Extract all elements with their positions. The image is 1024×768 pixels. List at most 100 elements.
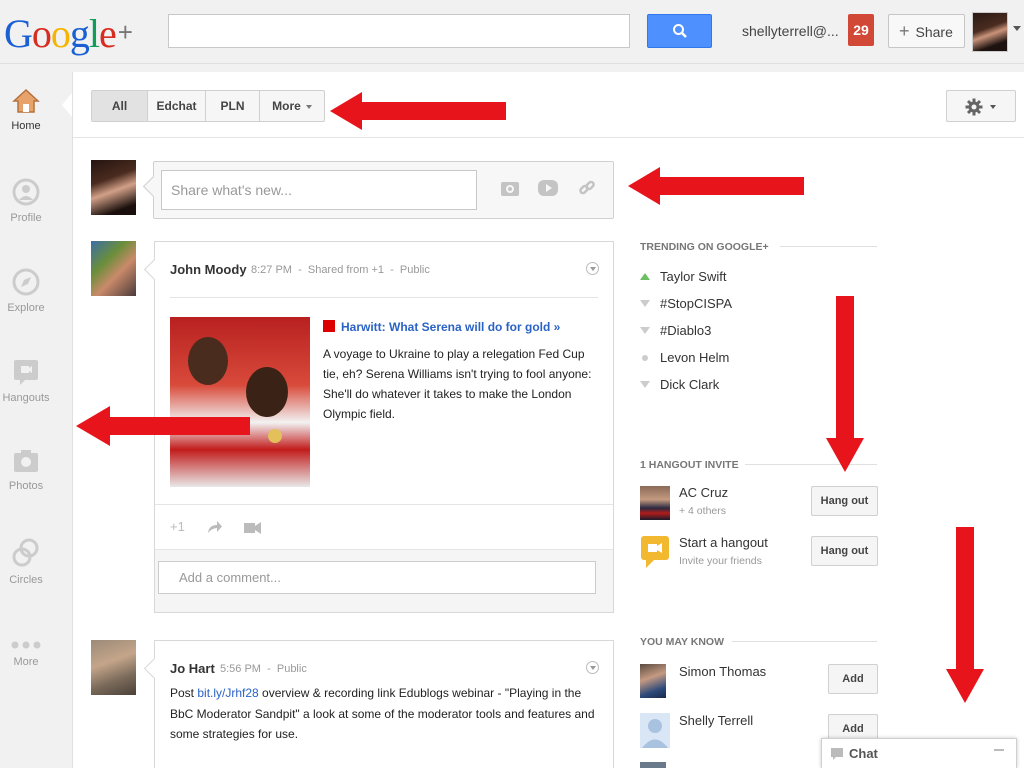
google-plus-logo[interactable]: Google+ [4,10,133,57]
minimize-icon[interactable] [994,749,1004,751]
tab-edchat[interactable]: Edchat [148,91,206,121]
post-options-icon[interactable] [586,661,599,674]
search-button[interactable] [647,14,712,48]
espn-icon [323,320,335,332]
hang-out-button[interactable]: Hang out [811,486,878,516]
trending-heading: Trending on Google+ [640,241,769,253]
tab-pln[interactable]: PLN [206,91,260,121]
left-nav-rail: Home Profile Explore Hangouts Photos Cir… [0,64,72,768]
rail-label: Hangouts [2,392,50,404]
default-avatar-icon[interactable] [640,713,670,748]
rail-item-hangouts[interactable]: Hangouts [0,358,52,404]
user-email[interactable]: shellyterrell@... [742,23,839,39]
my-avatar[interactable] [91,160,136,215]
notification-count-badge[interactable]: 29 [848,14,874,46]
rail-item-home[interactable]: Home [0,88,52,132]
image-detail [268,429,282,443]
rail-item-explore[interactable]: Explore [0,268,52,314]
rail-item-profile[interactable]: Profile [0,178,52,224]
logo-letter: G [4,11,33,56]
post-options-icon[interactable] [586,262,599,275]
reshare-icon[interactable] [207,520,223,534]
trend-down-icon [640,381,650,388]
divider [780,246,877,247]
shared-link-description: A voyage to Ukraine to play a relegation… [323,347,592,421]
share-button-label: Share [915,24,953,40]
contact-avatar[interactable] [640,486,670,520]
stream-tabs: All Edchat PLN More [91,90,325,122]
add-person-button[interactable]: Add [828,664,878,694]
suggested-person-name[interactable]: Shelly Terrell [679,713,753,728]
hangout-contact-sub: + 4 others [679,505,726,517]
shared-link-image[interactable] [170,317,310,487]
logo-letter: e [99,11,117,56]
chevron-down-icon [305,104,312,109]
tab-more[interactable]: More [260,91,324,121]
top-bar: Google+ shellyterrell@... 29 + Share [0,0,1024,64]
post-shared-from[interactable]: Shared from +1 [308,264,384,276]
post-actions: +1 [155,504,613,549]
post-time[interactable]: 8:27 PM [251,264,292,276]
author-avatar[interactable] [91,241,136,296]
trending-item[interactable]: #Diablo3 [640,323,711,338]
post-meta: 5:56 PM - Public [220,663,307,675]
comment-area: Add a comment... [155,549,613,612]
chat-label: Chat [849,746,878,761]
share-input[interactable]: Share what's new... [161,170,477,210]
trending-label: Taylor Swift [660,269,727,284]
shared-link-title[interactable]: Harwitt: What Serena will do for gold » [323,320,560,334]
trending-item[interactable]: #StopCISPA [640,296,732,311]
chat-bar[interactable]: Chat [821,738,1017,768]
plus-one-button[interactable]: +1 [170,519,185,534]
rail-item-circles[interactable]: Circles [0,538,52,586]
hang-out-button[interactable]: Hang out [811,536,878,566]
share-button[interactable]: + Share [888,14,965,48]
logo-letter: o [31,11,52,56]
hangout-icon[interactable] [640,535,670,569]
suggested-person-name[interactable]: Simon Thomas [679,664,766,679]
annotation-arrow-left [628,167,804,205]
share-box: Share what's new... [153,161,614,219]
active-nav-pointer [62,93,72,117]
post-time[interactable]: 5:56 PM [220,663,261,675]
shared-link-title-text: Harwitt: What Serena will do for gold » [341,320,561,334]
trending-item[interactable]: Taylor Swift [640,269,726,284]
trend-down-icon [640,300,650,307]
rail-label: Photos [8,480,44,492]
contact-avatar[interactable] [640,664,666,698]
camera-icon[interactable] [500,179,520,197]
rail-label: Circles [9,574,43,586]
camera-icon [14,450,38,472]
post-link[interactable]: bit.ly/Jrhf28 [197,686,258,700]
author-avatar[interactable] [91,640,136,695]
rail-item-more[interactable]: More [0,640,52,668]
link-icon[interactable] [578,179,596,197]
gear-icon [965,98,983,116]
hangout-contact-name[interactable]: AC Cruz [679,485,728,500]
post-visibility[interactable]: Public [400,264,430,276]
post-card: Jo Hart 5:56 PM - Public Post bit.ly/Jrh… [154,640,614,768]
search-icon [673,24,687,38]
post-author-name[interactable]: John Moody [170,262,247,277]
user-avatar[interactable] [972,12,1008,52]
rail-item-photos[interactable]: Photos [0,448,52,492]
trending-item[interactable]: Dick Clark [640,377,719,392]
contact-avatar[interactable] [640,762,666,768]
video-icon[interactable] [537,179,559,197]
hangout-icon[interactable] [244,522,262,534]
settings-button[interactable] [946,90,1016,122]
chevron-down-icon[interactable] [1013,26,1021,31]
search-input[interactable] [168,14,630,48]
trending-item[interactable]: Levon Helm [640,350,729,365]
post-visibility[interactable]: Public [277,663,307,675]
start-hangout-title[interactable]: Start a hangout [679,535,768,550]
annotation-arrow-down [946,527,984,703]
comment-input[interactable]: Add a comment... [158,561,596,594]
you-may-know-heading: You may know [640,636,725,648]
logo-letter: o [50,11,71,56]
trending-label: #Diablo3 [660,323,712,338]
logo-letter: g [69,11,90,56]
post-author-name[interactable]: Jo Hart [170,661,215,676]
post-text: Post bit.ly/Jrhf28 overview & recording … [170,683,605,745]
tab-all[interactable]: All [92,91,148,121]
